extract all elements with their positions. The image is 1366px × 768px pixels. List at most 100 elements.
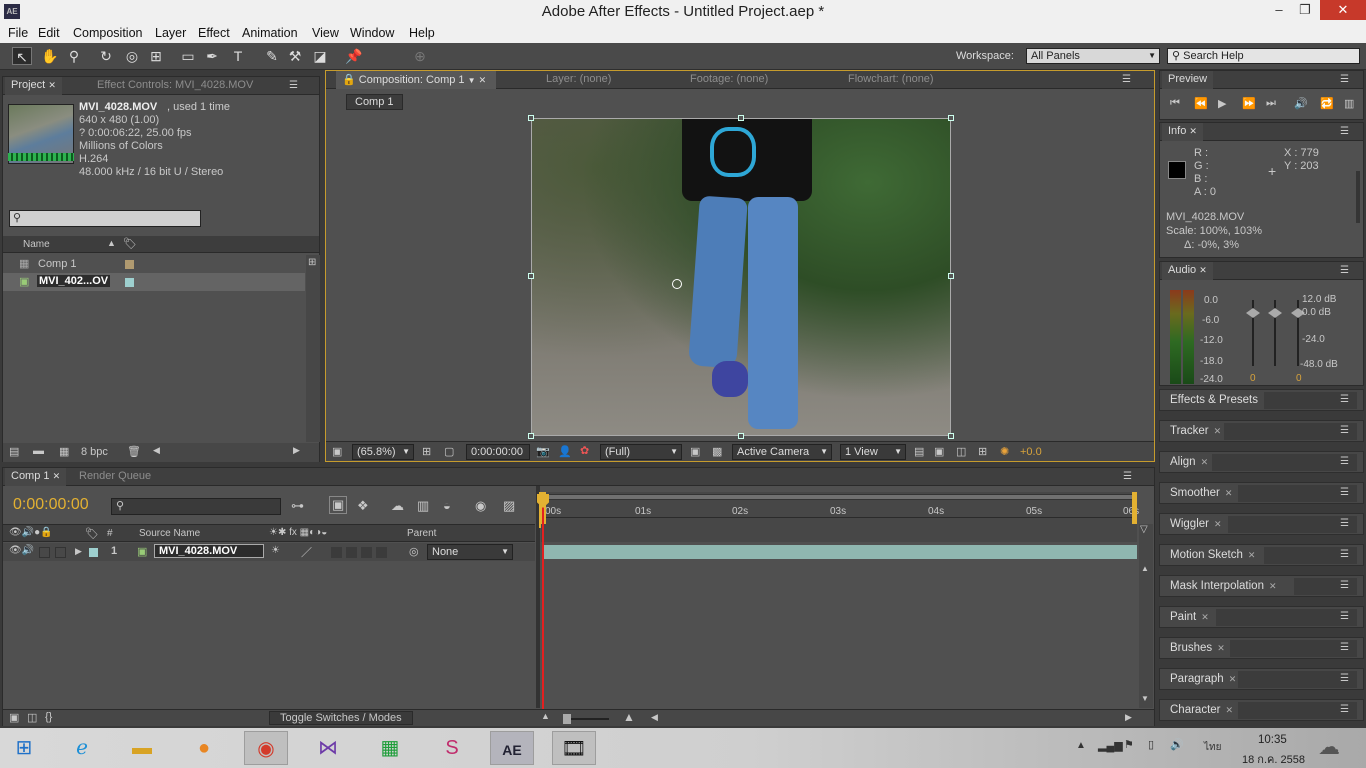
label-icon[interactable]: 🏷 — [85, 527, 99, 540]
brush-tool-icon[interactable]: ✎ — [262, 47, 282, 65]
in-out-icon[interactable]: {} — [45, 711, 52, 723]
layer-switches-icon[interactable]: ▣ — [9, 711, 19, 724]
sort-icon[interactable]: ▲ — [107, 238, 116, 248]
transform-handle[interactable] — [738, 115, 744, 121]
column-parent[interactable]: Parent — [407, 528, 436, 539]
magnification-dropdown[interactable]: (65.8%) ▼ — [352, 444, 414, 460]
maximize-button[interactable]: ❐ — [1290, 0, 1320, 20]
work-area-end[interactable] — [1132, 492, 1137, 528]
av-features-icon[interactable]: 👁🔊●🔒 — [9, 527, 53, 538]
transform-handle[interactable] — [528, 115, 534, 121]
close-button[interactable]: ✕ — [1320, 0, 1366, 20]
project-scrollbar[interactable]: ⊞ — [306, 255, 320, 442]
zoom-tool-icon[interactable]: ⚲ — [64, 47, 84, 65]
comp-button-icon[interactable]: ▽ — [1140, 524, 1148, 535]
hand-tool-icon[interactable]: ✋ — [40, 47, 60, 65]
shy-switch-icon[interactable]: ☀ — [271, 545, 280, 556]
start-button-icon[interactable]: ⊞ — [2, 731, 46, 765]
panel-menu-icon[interactable]: ☰ — [1340, 126, 1349, 137]
audio-slider-left[interactable] — [1246, 308, 1260, 318]
lock-toggle[interactable] — [55, 547, 66, 558]
snapshot-icon[interactable]: 📷 — [536, 445, 550, 458]
panel-menu-icon[interactable]: ☰ — [1123, 471, 1132, 482]
zoom-slider-handle[interactable] — [563, 714, 571, 724]
toggle-switches-modes-button[interactable]: Toggle Switches / Modes — [269, 711, 413, 725]
camera-dropdown[interactable]: Active Camera ▼ — [732, 444, 832, 460]
channel-icon[interactable]: ✿ — [580, 444, 589, 457]
trash-icon[interactable]: 🗑 — [127, 445, 141, 458]
expand-arrow-icon[interactable]: ▶ — [75, 546, 82, 557]
clone-stamp-icon[interactable]: ⚒ — [285, 47, 305, 65]
always-preview-icon[interactable]: ▣ — [332, 445, 342, 458]
rectangle-tool-icon[interactable]: ▭ — [178, 47, 198, 65]
timeline-layer-row[interactable]: 👁🔊 ▶ 1 ▣ MVI_4028.MOV ☀ ／ ◎ None ▼ — [3, 543, 535, 561]
project-search-input[interactable]: ⚲ — [9, 210, 201, 227]
axis-mode-icon[interactable]: ⊕ — [410, 47, 430, 65]
tab-flowchart[interactable]: Flowchart: (none) — [842, 71, 940, 89]
workspace-dropdown[interactable]: All Panels ▼ — [1026, 48, 1160, 64]
align-panel[interactable]: Align ✕ ☰ — [1159, 451, 1364, 473]
eraser-tool-icon[interactable]: ◪ — [310, 47, 330, 65]
tab-info[interactable]: Info ✕ — [1162, 123, 1203, 141]
menu-effect[interactable]: Effect — [198, 26, 230, 40]
label-icon[interactable]: 🏷 — [123, 237, 137, 250]
brainstorm-icon[interactable]: ◉ — [475, 498, 486, 514]
flowchart-icon[interactable]: ⊞ — [978, 445, 987, 458]
label-color-swatch[interactable] — [125, 278, 134, 287]
clock-time[interactable]: 10:35 — [1258, 734, 1287, 746]
menu-animation[interactable]: Animation — [242, 26, 298, 40]
new-folder-icon[interactable]: ▬ — [33, 445, 44, 457]
panel-menu-icon[interactable]: ☰ — [1122, 74, 1131, 85]
panel-menu-icon[interactable]: ☰ — [1340, 394, 1349, 405]
column-source-name[interactable]: Source Name — [139, 528, 200, 539]
zoom-out-icon[interactable]: ▲ — [541, 711, 550, 721]
solo-toggle[interactable] — [39, 547, 50, 558]
draft-3d-icon[interactable]: ❖ — [357, 498, 369, 514]
after-effects-taskbar-icon[interactable]: AE — [490, 731, 534, 765]
panel-menu-icon[interactable]: ☰ — [1340, 74, 1349, 85]
puppet-pin-icon[interactable]: 📌 — [344, 47, 364, 65]
tab-project[interactable]: Project ✕ — [5, 77, 62, 95]
network-icon[interactable]: ▂▄▆ — [1098, 739, 1123, 752]
scroll-left-icon[interactable]: ◀ — [153, 445, 160, 456]
interpret-footage-icon[interactable]: ▤ — [9, 445, 19, 458]
transparency-grid-icon[interactable]: ▩ — [712, 445, 722, 458]
battery-icon[interactable]: ▯ — [1148, 738, 1154, 751]
project-item-footage[interactable]: ▣ MVI_402...OV — [3, 273, 305, 291]
store-icon[interactable]: ▦ — [368, 731, 412, 765]
transform-handle[interactable] — [528, 273, 534, 279]
zoom-in-icon[interactable]: ▲ — [623, 710, 635, 724]
panel-menu-icon[interactable]: ☰ — [1340, 487, 1349, 498]
switch-boxes[interactable] — [331, 547, 391, 558]
pixel-aspect-icon[interactable]: ▤ — [914, 445, 924, 458]
panel-menu-icon[interactable]: ☰ — [1340, 642, 1349, 653]
graph-editor-icon[interactable]: ▨ — [503, 498, 515, 514]
region-of-interest-icon[interactable]: ▣ — [690, 445, 700, 458]
menu-composition[interactable]: Composition — [73, 26, 142, 40]
audio-mute-icon[interactable]: 🔊 — [1294, 97, 1308, 110]
time-ruler[interactable]: 00s 01s 02s 03s 04s 05s 06s — [539, 492, 1139, 528]
last-frame-icon[interactable]: ⏭ — [1266, 97, 1276, 110]
tracker-panel[interactable]: Tracker ✕ ☰ — [1159, 420, 1364, 442]
composition-viewer[interactable] — [531, 118, 951, 436]
layer-duration-bar[interactable] — [543, 545, 1137, 559]
panel-menu-icon[interactable]: ☰ — [1340, 518, 1349, 529]
file-explorer-icon[interactable]: ▬ — [120, 731, 164, 765]
show-snapshot-icon[interactable]: 👤 — [558, 445, 572, 458]
tab-render-queue[interactable]: Render Queue — [73, 468, 157, 486]
label-color-swatch[interactable] — [89, 548, 98, 557]
menu-help[interactable]: Help — [409, 26, 435, 40]
ram-preview-icon[interactable]: ▥ — [1344, 97, 1354, 110]
menu-edit[interactable]: Edit — [38, 26, 60, 40]
panel-menu-icon[interactable]: ☰ — [1340, 549, 1349, 560]
audio-slider-master[interactable] — [1268, 308, 1282, 318]
scroll-right-icon[interactable]: ▶ — [1125, 712, 1132, 723]
grid-icon[interactable]: ⊞ — [422, 445, 431, 458]
scroll-up-icon[interactable]: ▲ — [1141, 564, 1149, 573]
motion-blur-icon[interactable]: ◒ — [443, 498, 451, 513]
clock-date[interactable]: 18 ก.ค. 2558 — [1242, 750, 1305, 768]
layer-name[interactable]: MVI_4028.MOV — [154, 544, 264, 558]
timeline-search-input[interactable]: ⚲ — [111, 498, 281, 515]
paragraph-panel[interactable]: Paragraph ✕ ☰ — [1159, 668, 1364, 690]
chrome-icon[interactable]: ◉ — [244, 731, 288, 765]
